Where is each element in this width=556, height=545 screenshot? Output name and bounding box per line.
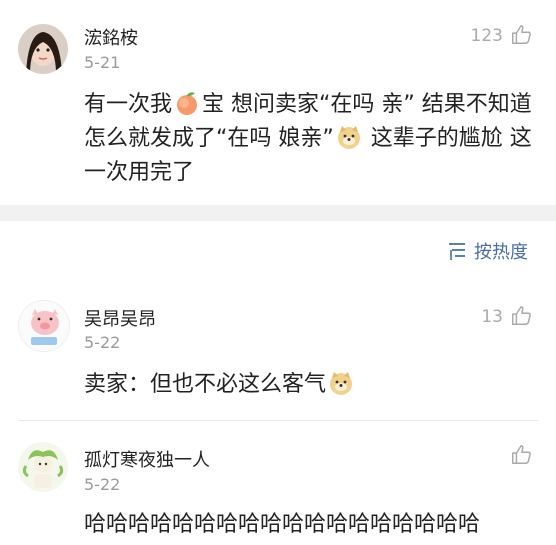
username[interactable]: 吴昂吴昂 (84, 305, 156, 331)
comment-text-part: 有一次我 (84, 92, 173, 117)
avatar[interactable] (18, 442, 68, 492)
like-count: 13 (481, 307, 503, 327)
doge-emoji (330, 372, 353, 395)
comment-divider (18, 420, 538, 421)
thumbs-up-icon[interactable] (510, 24, 532, 46)
comment-date: 5-22 (84, 333, 121, 352)
avatar[interactable] (18, 24, 68, 74)
sort-button[interactable]: 按热度 (446, 238, 528, 264)
sort-label: 按热度 (474, 242, 528, 263)
thumbs-up-icon[interactable] (510, 444, 532, 466)
comment-text: 有一次我 宝 想问卖家“在吗 亲” 结果不知道怎么就发成了“在吗 娘亲” 这辈子… (84, 88, 539, 190)
comment-text: 卖家：但也不必这么客气 (84, 368, 539, 402)
sort-icon (449, 243, 465, 260)
thumbs-up-icon[interactable] (510, 305, 532, 327)
comment-date: 5-21 (84, 53, 121, 72)
like-count: 123 (470, 26, 503, 46)
doge-emoji (337, 126, 360, 149)
peach-emoji (177, 92, 198, 115)
section-separator (0, 205, 556, 221)
comment-date: 5-22 (84, 475, 121, 494)
avatar[interactable] (18, 300, 70, 352)
username[interactable]: 浤銘桉 (84, 24, 138, 50)
comment-text-part: 卖家：但也不必这么客气 (84, 372, 327, 397)
comment-text: 哈哈哈哈哈哈哈哈哈哈哈哈哈哈哈哈哈哈 (84, 512, 481, 537)
username[interactable]: 孤灯寒夜独一人 (84, 446, 210, 472)
